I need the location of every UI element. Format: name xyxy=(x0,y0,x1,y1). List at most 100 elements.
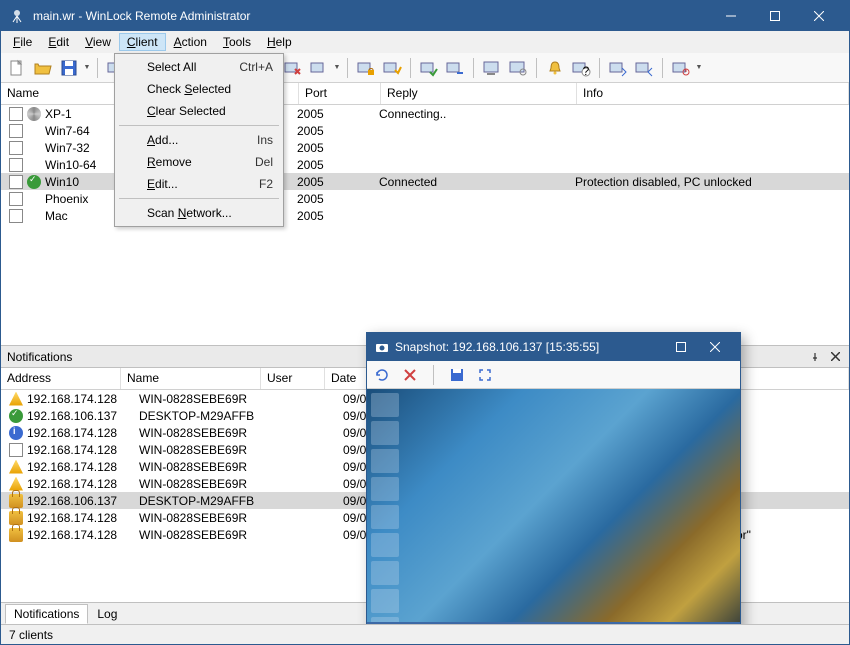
menu-edit[interactable]: Edit...F2 xyxy=(117,173,281,195)
toolbar-separator xyxy=(433,365,434,385)
menu-view[interactable]: View xyxy=(77,33,119,51)
toolbar-separator xyxy=(347,58,348,78)
lock-icon xyxy=(9,494,23,508)
titlebar: main.wr - WinLock Remote Administrator xyxy=(1,1,849,31)
client-port-cell: 2005 xyxy=(297,124,379,138)
notif-name-cell: WIN-0828SEBE69R xyxy=(139,477,279,491)
message-button[interactable]: ? xyxy=(569,56,593,80)
send-config-button[interactable] xyxy=(606,56,630,80)
receive-config-button[interactable] xyxy=(632,56,656,80)
snapshot-fullscreen-button[interactable] xyxy=(476,366,494,384)
menu-tools[interactable]: Tools xyxy=(215,33,259,51)
camera-icon xyxy=(375,340,389,354)
notif-address-cell: 192.168.174.128 xyxy=(27,443,139,457)
snapshot-stop-button[interactable] xyxy=(401,366,419,384)
snapshot-toolbar xyxy=(367,361,740,389)
svg-text:?: ? xyxy=(583,64,590,78)
blank-icon xyxy=(27,192,41,206)
tab-log[interactable]: Log xyxy=(88,604,126,624)
menu-check-selected[interactable]: Check Selected xyxy=(117,78,281,100)
toolbar-separator xyxy=(410,58,411,78)
client-checkbox[interactable] xyxy=(9,175,23,189)
unprotect-button[interactable] xyxy=(443,56,467,80)
menu-client[interactable]: Client xyxy=(119,33,166,51)
alert-button[interactable] xyxy=(543,56,567,80)
ok-icon xyxy=(27,175,41,189)
snapshot-button[interactable] xyxy=(480,56,504,80)
menu-separator xyxy=(119,125,279,126)
client-checkbox[interactable] xyxy=(9,192,23,206)
menu-help[interactable]: Help xyxy=(259,33,300,51)
notif-name-cell: WIN-0828SEBE69R xyxy=(139,460,279,474)
menu-file[interactable]: File xyxy=(5,33,40,51)
client-checkbox[interactable] xyxy=(9,209,23,223)
menubar: FileEditViewClientActionToolsHelpSelect … xyxy=(1,31,849,53)
client-dropdown-menu: Select AllCtrl+ACheck SelectedClear Sele… xyxy=(114,53,284,227)
client-checkbox[interactable] xyxy=(9,124,23,138)
lock-button[interactable] xyxy=(354,56,378,80)
header-notif-name[interactable]: Name xyxy=(121,368,261,389)
open-button[interactable] xyxy=(31,56,55,80)
blank-icon xyxy=(27,124,41,138)
header-address[interactable]: Address xyxy=(1,368,121,389)
menu-scan-network[interactable]: Scan Network... xyxy=(117,202,281,224)
minimize-button[interactable] xyxy=(709,1,753,31)
unlock-button[interactable] xyxy=(380,56,404,80)
snapshot-save-button[interactable] xyxy=(448,366,466,384)
menu-select-all[interactable]: Select AllCtrl+A xyxy=(117,56,281,78)
snapshot-title: Snapshot: 192.168.106.137 [15:35:55] xyxy=(395,340,664,354)
snapshot-maximize-button[interactable] xyxy=(664,333,698,361)
main-window: main.wr - WinLock Remote Administrator F… xyxy=(0,0,850,645)
snapshot-refresh-button[interactable] xyxy=(373,366,391,384)
ok-icon xyxy=(9,409,23,423)
notif-name-cell: WIN-0828SEBE69R xyxy=(139,511,279,525)
client-checkbox[interactable] xyxy=(9,141,23,155)
menu-add[interactable]: Add...Ins xyxy=(117,129,281,151)
notif-address-cell: 192.168.174.128 xyxy=(27,426,139,440)
notif-address-cell: 192.168.106.137 xyxy=(27,409,139,423)
menu-clear-selected[interactable]: Clear Selected xyxy=(117,100,281,122)
refresh-button[interactable] xyxy=(307,56,331,80)
spin-icon xyxy=(27,107,41,121)
warn-icon xyxy=(9,460,23,474)
header-port[interactable]: Port xyxy=(299,83,381,104)
header-reply[interactable]: Reply xyxy=(381,83,577,104)
tab-notifications[interactable]: Notifications xyxy=(5,604,88,624)
save-button[interactable] xyxy=(57,56,81,80)
protect-button[interactable] xyxy=(417,56,441,80)
save-dropdown-arrow[interactable]: ▼ xyxy=(83,64,91,71)
client-checkbox[interactable] xyxy=(9,107,23,121)
blank-icon xyxy=(27,141,41,155)
maximize-button[interactable] xyxy=(753,1,797,31)
disconnect-button[interactable] xyxy=(281,56,305,80)
monitor-button[interactable] xyxy=(506,56,530,80)
shutdown-button[interactable] xyxy=(669,56,693,80)
client-port-cell: 2005 xyxy=(297,158,379,172)
toolbar-separator xyxy=(662,58,663,78)
desktop-icons xyxy=(371,393,399,624)
client-reply-cell: Connected xyxy=(379,175,575,189)
notif-address-cell: 192.168.174.128 xyxy=(27,392,139,406)
refresh-dropdown-arrow[interactable]: ▼ xyxy=(333,64,341,71)
client-port-cell: 2005 xyxy=(297,107,379,121)
pin-button[interactable] xyxy=(807,349,823,365)
client-port-cell: 2005 xyxy=(297,175,379,189)
header-info[interactable]: Info xyxy=(577,83,849,104)
menu-edit[interactable]: Edit xyxy=(40,33,77,51)
close-panel-button[interactable] xyxy=(827,349,843,365)
menu-remove[interactable]: RemoveDel xyxy=(117,151,281,173)
menu-separator xyxy=(119,198,279,199)
snapshot-close-button[interactable] xyxy=(698,333,732,361)
close-button[interactable] xyxy=(797,1,841,31)
menu-action[interactable]: Action xyxy=(166,33,215,51)
snapshot-window[interactable]: Snapshot: 192.168.106.137 [15:35:55] xyxy=(366,332,741,624)
client-checkbox[interactable] xyxy=(9,158,23,172)
shutdown-dropdown-arrow[interactable]: ▼ xyxy=(695,64,703,71)
new-button[interactable] xyxy=(5,56,29,80)
client-port-cell: 2005 xyxy=(297,141,379,155)
toolbar-separator xyxy=(536,58,537,78)
client-port-cell: 2005 xyxy=(297,209,379,223)
notif-address-cell: 192.168.106.137 xyxy=(27,494,139,508)
header-user[interactable]: User xyxy=(261,368,325,389)
notif-name-cell: WIN-0828SEBE69R xyxy=(139,426,279,440)
